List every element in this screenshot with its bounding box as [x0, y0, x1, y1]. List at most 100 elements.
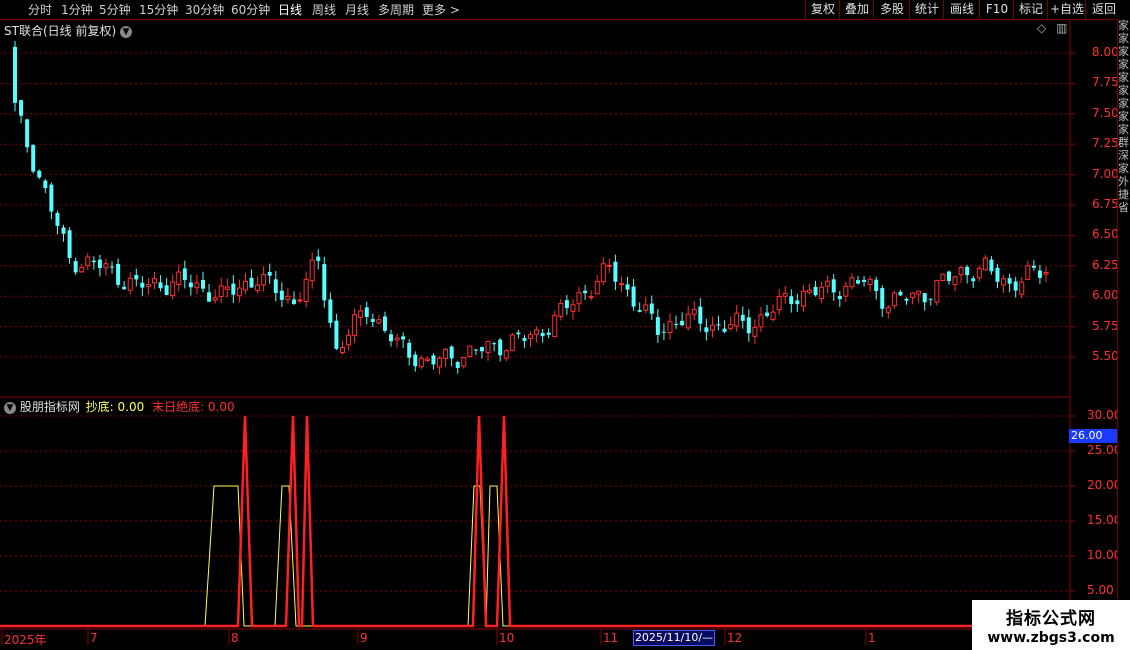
xaxis-label: 2025年	[4, 633, 47, 647]
candle-body-down	[928, 298, 933, 300]
overlay-button[interactable]: 叠加	[839, 0, 874, 19]
period-tab-monthly[interactable]: 月线	[345, 1, 369, 18]
candle-body-up	[261, 274, 267, 286]
candle-body-down	[207, 292, 212, 302]
diamond-icon[interactable]: ◇	[1037, 21, 1046, 35]
chevron-down-icon[interactable]: ▼	[119, 25, 132, 38]
panel-toggle-icon[interactable]: ▥	[1056, 21, 1067, 35]
candle-body-up	[1043, 272, 1049, 275]
candle-body-up	[806, 289, 812, 293]
candle-body-up	[236, 287, 242, 297]
candle-body-down	[946, 271, 951, 281]
candle-body-down	[122, 286, 127, 290]
candle-body-down	[316, 256, 321, 261]
cursor-date-label: 2025/11/10/—	[633, 630, 715, 646]
xaxis-label: 8	[231, 631, 239, 645]
period-tab-intraday[interactable]: 分时	[28, 1, 52, 18]
statistics-button[interactable]: 统计	[909, 0, 944, 19]
candle-body-down	[201, 280, 206, 289]
candle-body-down	[722, 328, 727, 332]
candle-body-down	[637, 310, 642, 312]
candle-body-down	[73, 261, 78, 273]
candle-body-down	[188, 282, 193, 288]
candle-body-up	[734, 312, 740, 327]
candle-body-down	[564, 300, 569, 309]
candle-body-up	[212, 297, 218, 301]
candle-body-up	[885, 306, 891, 313]
candle-body-down	[328, 299, 333, 323]
candle-body-up	[570, 304, 576, 312]
chevron-down-icon[interactable]: ▼	[4, 401, 16, 414]
candle-body-down	[655, 317, 660, 335]
restore-rights-button[interactable]: 复权	[805, 0, 840, 19]
main-chart-title: ST联合(日线 前复权) ▼	[4, 22, 132, 39]
period-tab-weekly[interactable]: 周线	[312, 1, 336, 18]
side-info-panel[interactable]: 家家家家家家家家家群深家外捷省	[1117, 19, 1130, 599]
candle-body-up	[443, 348, 449, 359]
candle-body-up	[576, 292, 582, 305]
candle-body-down	[740, 314, 745, 321]
price-tick-label: 7.75	[1092, 75, 1119, 90]
period-tab-60min[interactable]: 60分钟	[231, 1, 270, 18]
period-tab-5min[interactable]: 5分钟	[99, 1, 131, 18]
candle-body-down	[401, 336, 406, 340]
period-tab-more[interactable]: 更多 >	[422, 1, 460, 18]
price-tick-label: 5.75	[1092, 318, 1119, 333]
candle-body-up	[509, 334, 515, 351]
candle-body-up	[376, 319, 382, 324]
candle-body-up	[285, 295, 291, 300]
multi-stock-button[interactable]: 多股	[873, 0, 910, 19]
candle-body-up	[303, 278, 309, 302]
xaxis-label: 9	[360, 631, 368, 645]
candle-body-down	[134, 274, 139, 280]
candle-body-up	[242, 280, 248, 291]
stock-title: ST联合(日线 前复权)	[4, 24, 117, 38]
chart-canvas[interactable]	[0, 0, 1130, 650]
candle-body-down	[492, 343, 497, 345]
candle-body-down	[389, 334, 394, 342]
price-tick-label: 7.50	[1092, 105, 1119, 120]
period-tab-daily[interactable]: 日线	[278, 1, 302, 18]
candle-body-up	[176, 271, 182, 285]
candle-body-down	[522, 337, 527, 341]
candle-body-down	[904, 298, 909, 301]
candle-body-up	[843, 285, 849, 297]
candle-body-down	[674, 323, 679, 325]
mark-button[interactable]: 标记	[1013, 0, 1048, 19]
xaxis-label: 1	[868, 631, 876, 645]
period-tab-30min[interactable]: 30分钟	[185, 1, 224, 18]
candle-body-down	[13, 46, 17, 103]
candle-body-down	[407, 342, 412, 358]
candle-body-up	[1025, 265, 1031, 280]
candle-body-down	[116, 263, 121, 285]
candle-body-down	[546, 332, 551, 335]
period-tab-15min[interactable]: 15分钟	[139, 1, 178, 18]
candle-body-up	[394, 337, 400, 341]
candle-body-down	[25, 119, 30, 148]
candle-body-down	[455, 361, 460, 368]
candle-body-down	[370, 319, 375, 322]
candle-body-down	[746, 317, 751, 334]
period-tab-multi[interactable]: 多周期	[378, 1, 414, 18]
back-button[interactable]: 返回	[1085, 0, 1122, 19]
price-tick-label: 6.25	[1092, 257, 1119, 272]
candle-body-up	[528, 334, 533, 339]
candle-body-down	[334, 320, 339, 349]
candle-body-up	[849, 277, 855, 288]
candle-body-up	[819, 286, 825, 300]
candle-body-down	[97, 259, 102, 269]
candle-body-down	[55, 212, 60, 226]
add-watchlist-button[interactable]: +自选	[1047, 0, 1086, 19]
candle-body-up	[418, 357, 424, 368]
f10-button[interactable]: F10	[979, 0, 1014, 19]
period-tab-1min[interactable]: 1分钟	[61, 1, 93, 18]
candle-body-up	[867, 278, 873, 285]
candle-body-down	[631, 286, 636, 307]
candle-body-up	[891, 292, 897, 307]
candle-body-down	[831, 279, 836, 293]
candle-body-up	[145, 284, 151, 287]
draw-line-button[interactable]: 画线	[943, 0, 980, 19]
indicator-title: ▼ 股朋指标网 抄底: 0.00 末日绝底: 0.00	[4, 398, 235, 415]
candle-body-up	[770, 311, 776, 321]
candle-body-down	[765, 312, 770, 316]
